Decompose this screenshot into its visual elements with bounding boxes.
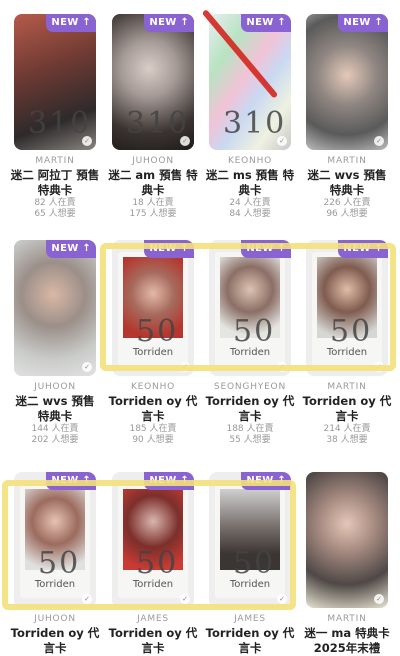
check-icon: ✓ (82, 362, 92, 372)
card-title[interactable]: Torriden oy 代言卡 (8, 626, 102, 656)
photocard-grid: NEW ↑ 310 ✓ MARTIN 迷二 阿拉丁 預售 特典卡 82 人在賣 … (0, 0, 400, 656)
new-badge: NEW ↑ (46, 14, 96, 32)
new-badge: NEW ↑ (46, 240, 96, 258)
check-icon: ✓ (82, 136, 92, 146)
handwritten-price: 310 (126, 106, 190, 141)
check-icon: ✓ (277, 136, 287, 146)
check-icon: ✓ (374, 594, 384, 604)
card-title[interactable]: 迷二 wvs 預售 特典卡 (8, 394, 102, 424)
member-name: JUHOON (132, 156, 174, 166)
member-name: MARTIN (327, 156, 367, 166)
wanted-count: 84 人想要 (229, 209, 271, 219)
member-name: JAMES (234, 614, 266, 624)
wanted-count: 90 人想要 (132, 435, 174, 445)
selling-count: 214 人在賣 (323, 424, 371, 434)
product-card[interactable]: NEW ↑ 310 ✓ MARTIN 迷二 阿拉丁 預售 特典卡 82 人在賣 … (8, 14, 102, 220)
product-card[interactable]: ✓ MARTIN 迷一 ma 特典卡 2025年末禮 (300, 472, 394, 656)
card-thumbnail[interactable]: ✓ (306, 472, 388, 608)
member-name: MARTIN (35, 156, 75, 166)
photo-image (306, 14, 388, 150)
photo-image (14, 240, 96, 376)
selling-count: 226 人在賣 (323, 198, 371, 208)
check-icon: ✓ (374, 136, 384, 146)
product-card[interactable]: NEW ↑ ✓ JUHOON 迷二 wvs 預售 特典卡 144 人在賣 202… (8, 240, 102, 446)
new-badge: NEW ↑ (144, 14, 194, 32)
card-title[interactable]: Torriden oy 代言卡 (203, 626, 297, 656)
selling-count: 82 人在賣 (34, 198, 76, 208)
check-icon: ✓ (180, 136, 190, 146)
card-thumbnail[interactable]: NEW ↑ ✓ (306, 14, 388, 150)
card-title[interactable]: Torriden oy 代言卡 (203, 394, 297, 424)
new-badge: NEW ↑ (241, 14, 291, 32)
wanted-count: 55 人想要 (229, 435, 271, 445)
card-thumbnail[interactable]: NEW ↑ 310 ✓ (14, 14, 96, 150)
card-title[interactable]: 迷一 ma 特典卡 2025年末禮 (300, 626, 394, 656)
selling-count: 144 人在賣 (31, 424, 79, 434)
handwritten-price: 310 (28, 106, 92, 141)
member-name: MARTIN (327, 614, 367, 624)
card-title[interactable]: Torriden oy 代言卡 (106, 626, 200, 656)
card-thumbnail[interactable]: NEW ↑ ✓ (14, 240, 96, 376)
card-title[interactable]: 迷二 ms 預售 特典卡 (203, 168, 297, 198)
selling-count: 18 人在賣 (132, 198, 174, 208)
member-name: SEONGHYEON (214, 382, 286, 392)
product-card[interactable]: NEW ↑ ✓ MARTIN 迷二 wvs 預售 特典卡 226 人在賣 96 … (300, 14, 394, 220)
member-name: JUHOON (34, 614, 76, 624)
highlight-frame (2, 480, 296, 610)
card-thumbnail[interactable]: NEW ↑ 310 ✓ (112, 14, 194, 150)
handwritten-price: 310 (223, 106, 287, 141)
wanted-count: 65 人想要 (34, 209, 76, 219)
selling-count: 188 人在賣 (226, 424, 274, 434)
selling-count: 24 人在賣 (229, 198, 271, 208)
highlight-frame (100, 243, 396, 371)
wanted-count: 38 人想要 (326, 435, 368, 445)
card-title[interactable]: 迷二 阿拉丁 預售 特典卡 (8, 168, 102, 198)
wanted-count: 202 人想要 (31, 435, 79, 445)
card-title[interactable]: 迷二 am 預售 特典卡 (106, 168, 200, 198)
wanted-count: 175 人想要 (129, 209, 177, 219)
card-title[interactable]: Torriden oy 代言卡 (300, 394, 394, 424)
selling-count: 185 人在賣 (129, 424, 177, 434)
photo-image (306, 472, 388, 608)
member-name: MARTIN (327, 382, 367, 392)
member-name: JAMES (137, 614, 169, 624)
card-title[interactable]: Torriden oy 代言卡 (106, 394, 200, 424)
member-name: JUHOON (34, 382, 76, 392)
product-card[interactable]: NEW ↑ 310 ✓ KEONHO 迷二 ms 預售 特典卡 24 人在賣 8… (203, 14, 297, 220)
card-title[interactable]: 迷二 wvs 預售 特典卡 (300, 168, 394, 198)
new-badge: NEW ↑ (338, 14, 388, 32)
product-card[interactable]: NEW ↑ 310 ✓ JUHOON 迷二 am 預售 特典卡 18 人在賣 1… (106, 14, 200, 220)
member-name: KEONHO (227, 156, 273, 166)
member-name: KEONHO (130, 382, 176, 392)
wanted-count: 96 人想要 (326, 209, 368, 219)
